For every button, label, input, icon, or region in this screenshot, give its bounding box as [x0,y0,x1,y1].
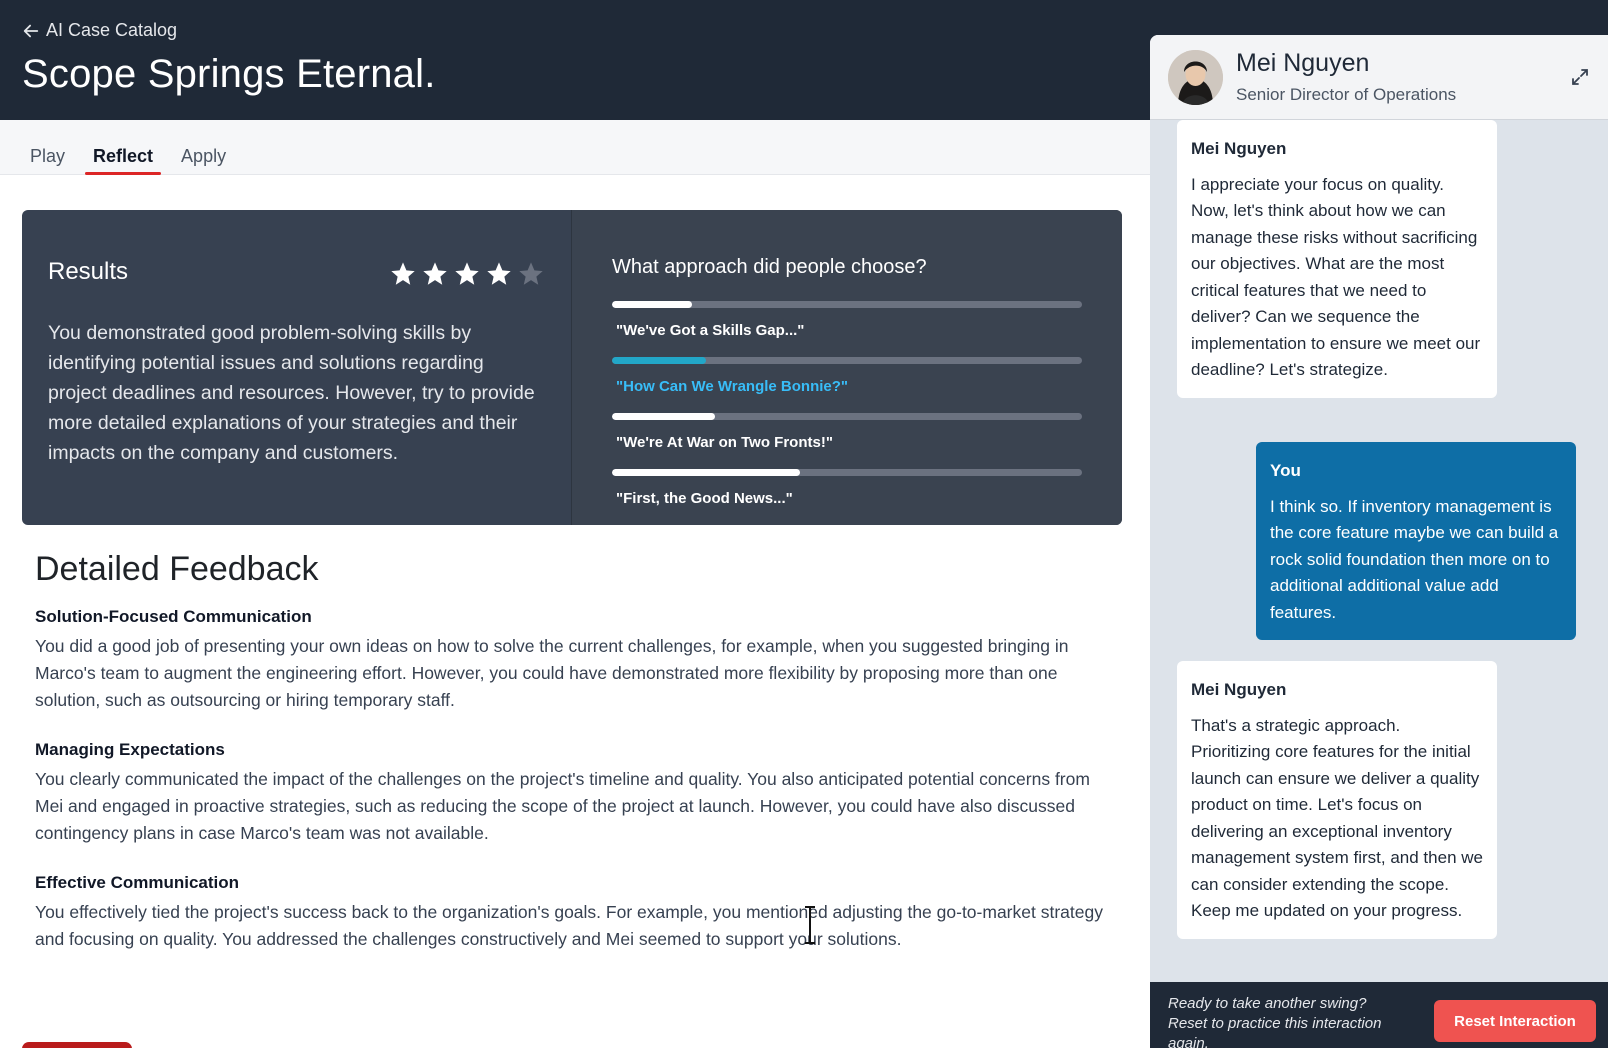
poll-option: "How Can We Wrangle Bonnie?" [612,357,1082,395]
poll-panel: What approach did people choose? "We've … [571,210,1122,525]
star-icon [519,262,543,285]
arrow-left-icon [23,24,39,37]
message-text: I think so. If inventory management is t… [1270,496,1559,622]
avatar-portrait-icon [1168,50,1223,105]
chat-footer: Ready to take another swing? Reset to pr… [1150,982,1608,1048]
results-card: Results You demonstrated good problem-so… [22,210,1122,525]
feedback-text: You clearly communicated the impact of t… [35,769,1090,843]
feedback-text: You did a good job of presenting your ow… [35,636,1069,710]
star-rating [389,260,545,288]
reset-prompt-text: Ready to take another swing? Reset to pr… [1168,995,1382,1048]
message-author: You [1270,461,1301,480]
partial-button[interactable] [22,1042,132,1048]
feedback-section: Effective Communication You effectively … [35,873,1115,953]
page-title: Scope Springs Eternal. [22,52,436,96]
chat-contact-name: Mei Nguyen [1236,49,1370,77]
chat-message: Mei Nguyen That's a strategic approach. … [1177,661,1497,939]
poll-label: "We're At War on Two Fronts!" [616,434,833,451]
feedback-heading: Managing Expectations [35,740,225,759]
star-icon [487,262,511,285]
avatar [1168,50,1223,105]
tab-apply[interactable]: Apply [181,120,226,175]
poll-label: "First, the Good News..." [616,490,793,507]
expand-icon[interactable] [1570,67,1590,87]
poll-bar [612,469,1082,476]
feedback-heading: Solution-Focused Communication [35,607,312,626]
tab-bar: Play Reflect Apply [0,120,1150,175]
poll-bar [612,357,1082,364]
feedback-section: Managing Expectations You clearly commun… [35,740,1115,847]
chat-header: Mei Nguyen Senior Director of Operations [1150,35,1608,120]
poll-fill [612,301,692,308]
feedback-section: Solution-Focused Communication You did a… [35,607,1115,714]
poll-option: "We're At War on Two Fronts!" [612,413,1082,451]
poll-label: "We've Got a Skills Gap..." [616,322,805,339]
poll-option: "First, the Good News..." [612,469,1082,507]
message-text: I appreciate your focus on quality. Now,… [1191,174,1481,380]
back-link-label: AI Case Catalog [46,20,178,40]
poll-bar [612,413,1082,420]
chat-message: Mei Nguyen I appreciate your focus on qu… [1177,120,1497,398]
message-author: Mei Nguyen [1191,680,1287,699]
tab-reflect[interactable]: Reflect [85,120,162,175]
reset-interaction-button[interactable]: Reset Interaction [1434,1000,1596,1042]
chat-contact-role: Senior Director of Operations [1236,85,1457,104]
tab-play[interactable]: Play [30,120,65,175]
message-author: Mei Nguyen [1191,139,1287,158]
feedback-text: You effectively tied the project's succe… [35,902,1103,949]
poll-option: "We've Got a Skills Gap..." [612,301,1082,339]
poll-fill [612,413,716,420]
chat-message: You I think so. If inventory management … [1256,442,1576,640]
poll-fill [612,357,706,364]
poll-fill [612,469,800,476]
feedback-title: Detailed Feedback [35,550,319,588]
poll-title: What approach did people choose? [612,256,927,278]
feedback-heading: Effective Communication [35,873,240,892]
chat-panel: Mei Nguyen Senior Director of Operations… [1150,35,1608,1048]
star-icon [455,262,479,285]
detailed-feedback: Detailed Feedback Solution-Focused Commu… [35,550,1115,979]
text-cursor-icon [805,906,815,944]
star-icon [391,262,415,285]
star-icon [423,262,447,285]
back-link[interactable]: AI Case Catalog [22,20,177,41]
results-text: You demonstrated good problem-solving sk… [48,322,535,464]
poll-label: "How Can We Wrangle Bonnie?" [616,378,849,395]
results-summary: Results You demonstrated good problem-so… [22,210,571,525]
message-text: That's a strategic approach. Prioritizin… [1191,715,1483,921]
poll-bar [612,301,1082,308]
